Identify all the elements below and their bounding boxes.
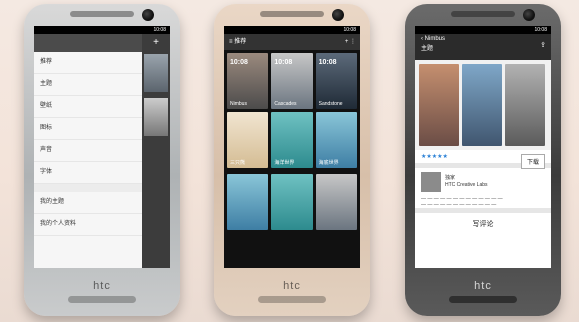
theme-tile[interactable]: 10:08 Cascades: [271, 53, 313, 109]
more-icon[interactable]: ⋮: [350, 39, 356, 45]
page-title: 推荐: [234, 39, 247, 45]
tile-caption: Cascades: [274, 101, 297, 107]
author-name: 独家: [445, 175, 456, 181]
theme-tile[interactable]: 三只熊: [227, 112, 269, 168]
htc-logo: htc: [93, 280, 111, 292]
drawer-item-sounds[interactable]: 声音: [34, 140, 142, 162]
author-text: 独家 HTC Creative Labs: [445, 175, 488, 189]
add-icon[interactable]: +: [142, 37, 170, 48]
detail-subtitle: 主题: [421, 46, 434, 52]
theme-tile[interactable]: 海底世界: [315, 112, 357, 168]
background-tile: [144, 54, 168, 92]
tile-caption: Sandstone: [318, 101, 343, 107]
front-camera: [142, 9, 154, 21]
drawer-item-themes[interactable]: 主题: [34, 74, 142, 96]
description: — — — — — — — — — — — — — — — — — — — — —…: [421, 196, 503, 208]
htc-logo: htc: [283, 280, 301, 292]
theme-tile[interactable]: 10:08 Sandstone: [315, 53, 357, 109]
detail-title: Nimbus: [424, 36, 446, 42]
drawer-header: [34, 34, 142, 52]
speaker-grill: [258, 296, 326, 303]
drawer-item-fonts[interactable]: 字体: [34, 162, 142, 184]
theme-tile[interactable]: 海洋世界: [271, 112, 313, 168]
screen-themes-drawer: 10:08 + 推荐 主题 壁纸 图标 声音 字体 我的主题 我的个人资料: [34, 26, 170, 268]
theme-tile[interactable]: [315, 174, 357, 230]
front-camera: [523, 9, 535, 21]
earpiece-speaker: [451, 11, 515, 17]
theme-grid-bottom: [224, 171, 360, 233]
download-button[interactable]: 下载: [520, 154, 545, 169]
tile-caption: 海洋世界: [274, 160, 295, 166]
preview-strip: [415, 60, 551, 150]
earpiece-speaker: [70, 11, 134, 17]
status-bar: 10:08: [415, 26, 551, 34]
drawer-item-my-profile[interactable]: 我的个人资料: [34, 214, 142, 236]
write-review-button[interactable]: 写评论: [415, 219, 551, 229]
theme-tile[interactable]: [271, 174, 313, 230]
app-bar-actions: + ⋮: [345, 34, 356, 50]
theme-tile[interactable]: [227, 174, 269, 230]
divider: [415, 208, 551, 213]
theme-tile[interactable]: 10:08 Nimbus: [227, 53, 269, 109]
theme-grid: 10:08 Nimbus 10:08 Cascades 10:08 Sandst…: [224, 50, 360, 171]
background-tile: [144, 98, 168, 136]
author-row[interactable]: 独家 HTC Creative Labs: [415, 168, 551, 196]
drawer-item-my-themes[interactable]: 我的主题: [34, 192, 142, 214]
detail-header: ‹ Nimbus 主题 ⇪: [415, 34, 551, 60]
tile-time: 10:08: [230, 59, 248, 66]
preview-image[interactable]: [419, 64, 459, 146]
phone-center: 10:08 ≡ 推荐 + ⋮ 10:08 Nimbus 10:08 Cascad…: [214, 4, 370, 316]
add-icon[interactable]: +: [345, 39, 349, 45]
tile-time: 10:08: [274, 59, 293, 66]
nav-drawer: 推荐 主题 壁纸 图标 声音 字体 我的主题 我的个人资料: [34, 34, 142, 268]
phone-right: 10:08 ‹ Nimbus 主题 ⇪ ★★★★★ 下载 独家 HTC Crea…: [405, 4, 561, 316]
background-app: +: [142, 34, 170, 268]
status-bar: 10:08: [34, 26, 170, 34]
htc-logo: htc: [474, 280, 492, 292]
back-icon[interactable]: ‹ Nimbus: [421, 34, 551, 44]
phone-left: 10:08 + 推荐 主题 壁纸 图标 声音 字体 我的主题 我的个人资料 ht…: [24, 4, 180, 316]
tile-time: 10:08: [318, 59, 337, 66]
speaker-grill: [449, 296, 517, 303]
front-camera: [332, 9, 344, 21]
speaker-grill: [68, 296, 136, 303]
author-studio: HTC Creative Labs: [445, 182, 488, 188]
preview-image[interactable]: [505, 64, 545, 146]
menu-icon[interactable]: ≡: [229, 39, 233, 45]
author-avatar: [421, 172, 441, 192]
app-bar: ≡ 推荐 + ⋮: [224, 34, 360, 50]
drawer-section-label: [34, 184, 142, 192]
tile-caption: Nimbus: [230, 101, 247, 107]
earpiece-speaker: [260, 11, 324, 17]
preview-image[interactable]: [462, 64, 502, 146]
status-bar: 10:08: [224, 26, 360, 34]
drawer-item-icons[interactable]: 图标: [34, 118, 142, 140]
drawer-item-recommend[interactable]: 推荐: [34, 52, 142, 74]
tile-caption: 海底世界: [318, 160, 339, 166]
drawer-item-wallpaper[interactable]: 壁纸: [34, 96, 142, 118]
rating-row: ★★★★★ 下载: [415, 150, 551, 169]
screen-theme-detail: 10:08 ‹ Nimbus 主题 ⇪ ★★★★★ 下载 独家 HTC Crea…: [415, 26, 551, 268]
screen-theme-grid: 10:08 ≡ 推荐 + ⋮ 10:08 Nimbus 10:08 Cascad…: [224, 26, 360, 268]
tile-caption: 三只熊: [230, 160, 246, 166]
share-icon[interactable]: ⇪: [540, 41, 546, 51]
